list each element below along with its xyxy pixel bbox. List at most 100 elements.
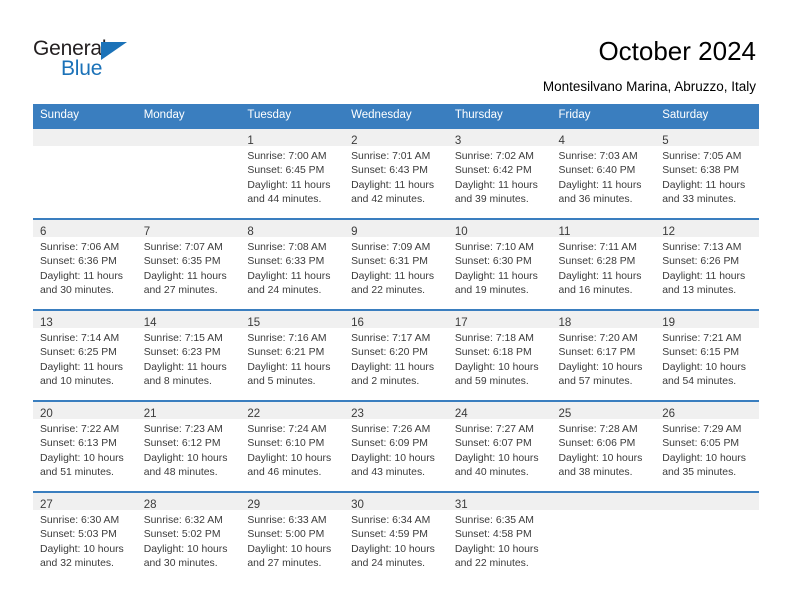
calendar-day-cell[interactable]: 24 Sunrise: 7:27 AM Sunset: 6:07 PM Dayligh… xyxy=(447,400,552,492)
date-number-band: 22 xyxy=(240,402,345,420)
calendar-day-cell[interactable]: 6 Sunrise: 7:06 AM Sunset: 6:36 PM Daylight… xyxy=(33,218,137,310)
calendar-day-cell[interactable]: 31 Sunrise: 6:35 AM Sunset: 4:58 PM Dayligh… xyxy=(447,491,552,583)
calendar-day-cell[interactable]: 3 Sunrise: 7:02 AM Sunset: 6:42 PM Daylight… xyxy=(447,127,552,219)
sun-info: Sunrise: 7:16 AM Sunset: 6:21 PM Daylight:… xyxy=(240,328,344,390)
weekday-header-wednesday: Wednesday xyxy=(344,104,448,128)
calendar-day-cell[interactable]: 12 Sunrise: 7:13 AM Sunset: 6:26 PM Dayligh… xyxy=(655,218,759,310)
date-number-band: 25 xyxy=(551,402,656,420)
sun-info: Sunrise: 7:05 AM Sunset: 6:38 PM Daylight:… xyxy=(655,146,759,208)
sun-info-line: Daylight: 11 hours xyxy=(143,270,227,282)
calendar-day-cell[interactable]: 22 Sunrise: 7:24 AM Sunset: 6:10 PM Dayligh… xyxy=(240,400,345,492)
sun-info-line: Sunrise: 7:11 AM xyxy=(558,242,637,253)
sun-info xyxy=(137,146,241,150)
calendar-day-cell[interactable]: 17 Sunrise: 7:18 AM Sunset: 6:18 PM Dayligh… xyxy=(447,309,552,401)
sun-info-line: and 27 minutes. xyxy=(143,285,218,297)
sun-info: Sunrise: 7:22 AM Sunset: 6:13 PM Daylight:… xyxy=(33,419,137,481)
sun-info-line: Daylight: 11 hours xyxy=(558,179,642,191)
sun-info: Sunrise: 7:14 AM Sunset: 6:25 PM Daylight:… xyxy=(33,328,137,390)
calendar-day-cell[interactable]: 30 Sunrise: 6:34 AM Sunset: 4:59 PM Dayligh… xyxy=(344,491,448,583)
sun-info-line: Sunrise: 7:09 AM xyxy=(351,242,431,253)
sun-info: Sunrise: 7:01 AM Sunset: 6:43 PM Daylight:… xyxy=(344,146,448,208)
sun-info-line: Sunset: 6:18 PM xyxy=(454,347,532,359)
date-number: 30 xyxy=(351,499,364,511)
calendar-day-cell[interactable]: 15 Sunrise: 7:16 AM Sunset: 6:21 PM Dayligh… xyxy=(240,309,345,401)
date-number: 16 xyxy=(351,317,364,329)
date-number-band: 1 xyxy=(240,129,345,147)
calendar-day-cell[interactable]: 28 Sunrise: 6:32 AM Sunset: 5:02 PM Dayligh… xyxy=(136,491,241,583)
sun-info-line: Sunrise: 7:24 AM xyxy=(247,424,327,435)
sun-info-line: Sunset: 6:13 PM xyxy=(40,438,117,450)
calendar-day-cell[interactable]: 13 Sunrise: 7:14 AM Sunset: 6:25 PM Dayligh… xyxy=(33,309,137,401)
calendar-day-cell[interactable]: 20 Sunrise: 7:22 AM Sunset: 6:13 PM Dayligh… xyxy=(33,400,137,492)
calendar-day-cell[interactable]: 1 Sunrise: 7:00 AM Sunset: 6:45 PM Daylight… xyxy=(240,127,345,219)
sun-info-line: and 40 minutes. xyxy=(454,467,529,479)
sun-info-line: Daylight: 10 hours xyxy=(558,452,643,464)
sun-info-line: Daylight: 11 hours xyxy=(247,361,331,373)
calendar-day-cell[interactable]: 10 Sunrise: 7:10 AM Sunset: 6:30 PM Dayligh… xyxy=(447,218,552,310)
sun-info-line: and 46 minutes. xyxy=(247,467,322,479)
page-header: General Blue October 2024 Montesilvano M… xyxy=(0,0,792,100)
sun-info-line: Daylight: 10 hours xyxy=(351,452,435,464)
calendar-day-cell[interactable]: 23 Sunrise: 7:26 AM Sunset: 6:09 PM Dayligh… xyxy=(344,400,448,492)
sun-info-line: Daylight: 11 hours xyxy=(351,179,435,191)
sun-info: Sunrise: 7:03 AM Sunset: 6:40 PM Daylight:… xyxy=(552,146,656,208)
date-number: 1 xyxy=(247,135,254,147)
calendar-day-cell[interactable]: 9 Sunrise: 7:09 AM Sunset: 6:31 PM Daylight… xyxy=(344,218,448,310)
sun-info-line: and 57 minutes. xyxy=(558,376,633,388)
calendar-week-row: 27 Sunrise: 6:30 AM Sunset: 5:03 PM Dayligh… xyxy=(33,491,759,583)
sun-info-line: Sunrise: 7:10 AM xyxy=(454,242,534,253)
sun-info-line: and 5 minutes. xyxy=(247,376,316,388)
calendar-day-cell[interactable]: 21 Sunrise: 7:23 AM Sunset: 6:12 PM Dayligh… xyxy=(136,400,241,492)
date-number-band: 29 xyxy=(240,493,345,511)
sun-info: Sunrise: 7:29 AM Sunset: 6:05 PM Daylight:… xyxy=(655,419,759,481)
weekday-header-row: Sunday Monday Tuesday Wednesday Thursday Frid… xyxy=(33,104,759,128)
sun-info-line: Sunset: 5:02 PM xyxy=(143,529,221,541)
sun-info-line: Sunrise: 6:33 AM xyxy=(247,515,327,526)
calendar-day-cell[interactable]: 16 Sunrise: 7:17 AM Sunset: 6:20 PM Dayligh… xyxy=(344,309,448,401)
date-number: 31 xyxy=(454,499,468,511)
calendar-day-cell[interactable]: 14 Sunrise: 7:15 AM Sunset: 6:23 PM Dayligh… xyxy=(136,309,241,401)
calendar-header-row: Sunday Monday Tuesday Wednesday Thursday Frid… xyxy=(33,104,759,128)
calendar-body: 1 Sunrise: 7:00 AM Sunset: 6:45 PM Daylight… xyxy=(33,127,759,583)
calendar-day-cell[interactable]: 26 Sunrise: 7:29 AM Sunset: 6:05 PM Dayligh… xyxy=(655,400,759,492)
calendar-day-cell[interactable]: 27 Sunrise: 6:30 AM Sunset: 5:03 PM Dayligh… xyxy=(33,491,137,583)
calendar-day-cell[interactable]: 8 Sunrise: 7:08 AM Sunset: 6:33 PM Daylight… xyxy=(240,218,345,310)
date-number-band: 19 xyxy=(655,311,759,329)
weekday-header-thursday: Thursday xyxy=(447,104,552,128)
calendar-day-cell[interactable]: 7 Sunrise: 7:07 AM Sunset: 6:35 PM Daylight… xyxy=(136,218,241,310)
date-number: 9 xyxy=(351,226,358,238)
date-number-band: 20 xyxy=(33,402,137,420)
sun-info-line: and 59 minutes. xyxy=(454,376,529,388)
sun-info-line: Daylight: 11 hours xyxy=(454,179,538,191)
date-number: 7 xyxy=(143,226,151,238)
general-blue-logo[interactable]: General Blue xyxy=(33,38,153,84)
calendar-day-cell[interactable]: 4 Sunrise: 7:03 AM Sunset: 6:40 PM Daylight… xyxy=(551,127,656,219)
sun-info-line: Sunset: 6:38 PM xyxy=(662,165,740,177)
date-number: 21 xyxy=(143,408,157,420)
sun-info-line: and 44 minutes. xyxy=(247,194,322,206)
date-number: 25 xyxy=(558,408,572,420)
sun-info: Sunrise: 7:18 AM Sunset: 6:18 PM Daylight:… xyxy=(448,328,552,390)
sun-info-line: Daylight: 10 hours xyxy=(454,361,539,373)
date-number-band: 8 xyxy=(240,220,345,238)
sun-info: Sunrise: 6:30 AM Sunset: 5:03 PM Daylight:… xyxy=(33,510,137,572)
sun-info-line: Daylight: 10 hours xyxy=(40,543,124,555)
sun-info-line: Daylight: 10 hours xyxy=(662,452,746,464)
sun-info-line: Sunrise: 7:05 AM xyxy=(662,151,742,162)
calendar-day-cell[interactable]: 25 Sunrise: 7:28 AM Sunset: 6:06 PM Dayligh… xyxy=(551,400,656,492)
sun-info-line: Sunset: 6:28 PM xyxy=(558,256,636,268)
sun-info-line: Daylight: 10 hours xyxy=(558,361,643,373)
calendar-day-cell[interactable]: 29 Sunrise: 6:33 AM Sunset: 5:00 PM Dayligh… xyxy=(240,491,345,583)
calendar-day-cell[interactable]: 11 Sunrise: 7:11 AM Sunset: 6:28 PM Dayligh… xyxy=(551,218,656,310)
calendar-cell-empty xyxy=(136,127,241,219)
calendar-day-cell[interactable]: 18 Sunrise: 7:20 AM Sunset: 6:17 PM Dayligh… xyxy=(551,309,656,401)
sun-info-line: Daylight: 11 hours xyxy=(40,361,123,373)
sun-info-line: Sunrise: 6:32 AM xyxy=(143,515,223,526)
sun-info-line: Daylight: 10 hours xyxy=(351,543,435,555)
date-number: 18 xyxy=(558,317,572,329)
calendar-day-cell[interactable]: 5 Sunrise: 7:05 AM Sunset: 6:38 PM Daylight… xyxy=(655,127,759,219)
calendar-cell-empty xyxy=(551,491,656,583)
calendar-day-cell[interactable]: 19 Sunrise: 7:21 AM Sunset: 6:15 PM Dayligh… xyxy=(655,309,759,401)
calendar-day-cell[interactable]: 2 Sunrise: 7:01 AM Sunset: 6:43 PM Daylight… xyxy=(344,127,448,219)
sun-info-line: Sunrise: 7:08 AM xyxy=(247,242,327,253)
